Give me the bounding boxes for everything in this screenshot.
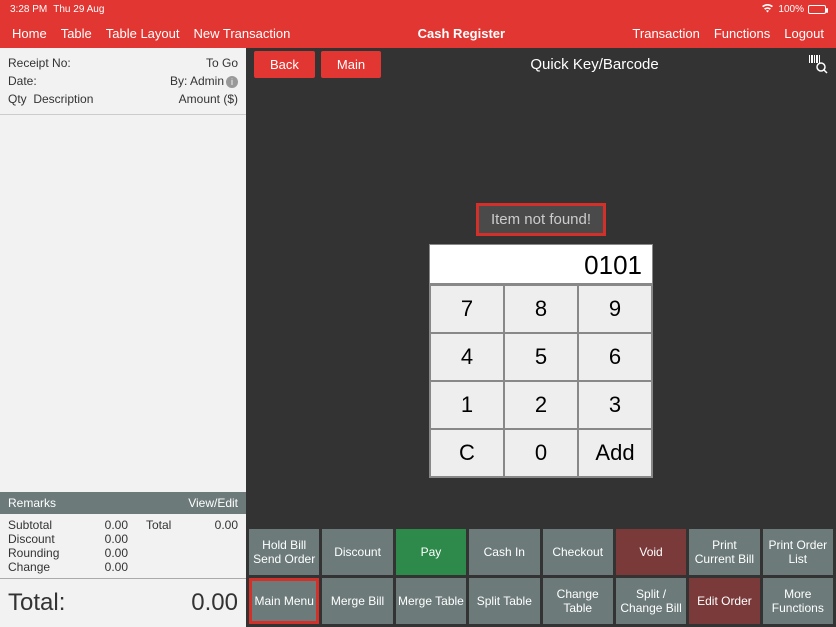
- status-time: 3:28 PM: [10, 4, 47, 15]
- page-title: Quick Key/Barcode: [387, 56, 802, 73]
- fn-void[interactable]: Void: [616, 529, 686, 575]
- key-clear[interactable]: C: [430, 429, 504, 477]
- remarks-label: Remarks: [8, 496, 56, 510]
- battery-pct: 100%: [778, 4, 804, 15]
- fn-merge-table[interactable]: Merge Table: [396, 578, 466, 624]
- change-value: 0.00: [76, 560, 128, 574]
- total-label: Total: [128, 518, 178, 532]
- fn-main-menu[interactable]: Main Menu: [249, 578, 319, 624]
- col-amount: Amount ($): [179, 90, 238, 108]
- nav-table-layout[interactable]: Table Layout: [106, 26, 180, 41]
- col-qty: Qty: [8, 92, 27, 106]
- nav-functions[interactable]: Functions: [714, 26, 770, 41]
- receipt-items: [0, 115, 246, 492]
- fn-pay[interactable]: Pay: [396, 529, 466, 575]
- keypad: 7 8 9 4 5 6 1 2 3 C 0 Add: [429, 284, 653, 478]
- main-content: Back Main Quick Key/Barcode Item not fou…: [246, 48, 836, 627]
- battery-icon: [808, 5, 826, 14]
- by-admin: By: Admini: [170, 72, 238, 90]
- keypad-display[interactable]: 0101: [429, 244, 653, 284]
- fn-merge-bill[interactable]: Merge Bill: [322, 578, 392, 624]
- function-buttons: Hold Bill Send Order Discount Pay Cash I…: [246, 526, 836, 627]
- fn-split-change-bill[interactable]: Split / Change Bill: [616, 578, 686, 624]
- view-edit-link[interactable]: View/Edit: [188, 496, 238, 510]
- app-title: Cash Register: [290, 26, 632, 41]
- main-button[interactable]: Main: [321, 51, 381, 78]
- nav-logout[interactable]: Logout: [784, 26, 824, 41]
- rounding-value: 0.00: [76, 546, 128, 560]
- barcode-search-icon[interactable]: [808, 54, 828, 74]
- nav-home[interactable]: Home: [12, 26, 47, 41]
- receipt-panel: Receipt No: To Go Date: By: Admini Qty D…: [0, 48, 246, 627]
- error-message: Item not found!: [476, 203, 606, 236]
- key-1[interactable]: 1: [430, 381, 504, 429]
- discount-label: Discount: [8, 532, 76, 546]
- receipt-no-label: Receipt No:: [8, 54, 71, 72]
- key-4[interactable]: 4: [430, 333, 504, 381]
- col-desc: Description: [33, 92, 93, 106]
- key-9[interactable]: 9: [578, 285, 652, 333]
- total-value: 0.00: [178, 518, 238, 532]
- subtotal-label: Subtotal: [8, 518, 76, 532]
- fn-print-order[interactable]: Print Order List: [763, 529, 833, 575]
- key-5[interactable]: 5: [504, 333, 578, 381]
- discount-value: 0.00: [76, 532, 128, 546]
- app-header: Home Table Table Layout New Transaction …: [0, 18, 836, 48]
- key-6[interactable]: 6: [578, 333, 652, 381]
- subtotal-value: 0.00: [76, 518, 128, 532]
- key-0[interactable]: 0: [504, 429, 578, 477]
- back-button[interactable]: Back: [254, 51, 315, 78]
- status-bar: 3:28 PM Thu 29 Aug 100%: [0, 0, 836, 18]
- remarks-bar[interactable]: Remarks View/Edit: [0, 492, 246, 514]
- wifi-icon: [761, 3, 774, 16]
- status-date: Thu 29 Aug: [53, 4, 104, 15]
- date-label: Date:: [8, 72, 37, 90]
- key-3[interactable]: 3: [578, 381, 652, 429]
- keypad-area: Item not found! 0101 7 8 9 4 5 6 1 2 3 C…: [429, 203, 653, 478]
- fn-edit-order[interactable]: Edit Order: [689, 578, 759, 624]
- fn-checkout[interactable]: Checkout: [543, 529, 613, 575]
- rounding-label: Rounding: [8, 546, 76, 560]
- key-2[interactable]: 2: [504, 381, 578, 429]
- fn-more-functions[interactable]: More Functions: [763, 578, 833, 624]
- fn-split-table[interactable]: Split Table: [469, 578, 539, 624]
- receipt-type: To Go: [206, 54, 238, 72]
- fn-discount[interactable]: Discount: [322, 529, 392, 575]
- fn-change-table[interactable]: Change Table: [543, 578, 613, 624]
- grand-total-label: Total:: [8, 589, 65, 617]
- key-7[interactable]: 7: [430, 285, 504, 333]
- nav-new-transaction[interactable]: New Transaction: [194, 26, 291, 41]
- key-8[interactable]: 8: [504, 285, 578, 333]
- nav-table[interactable]: Table: [61, 26, 92, 41]
- fn-hold-bill[interactable]: Hold Bill Send Order: [249, 529, 319, 575]
- fn-print-bill[interactable]: Print Current Bill: [689, 529, 759, 575]
- grand-total-value: 0.00: [191, 589, 238, 617]
- change-label: Change: [8, 560, 76, 574]
- key-add[interactable]: Add: [578, 429, 652, 477]
- nav-transaction[interactable]: Transaction: [632, 26, 699, 41]
- fn-cash-in[interactable]: Cash In: [469, 529, 539, 575]
- info-icon[interactable]: i: [226, 76, 238, 88]
